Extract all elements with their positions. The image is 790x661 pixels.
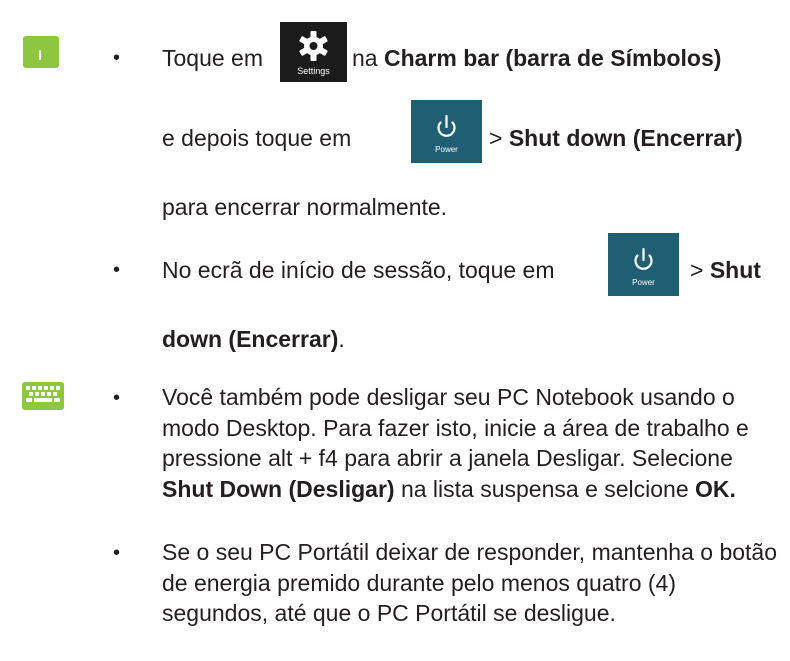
bold-term: Charm bar (barra de Símbolos): [383, 45, 722, 71]
bold-term: Shut Down (Desligar): [162, 475, 395, 502]
power-icon-label: Power: [632, 278, 655, 287]
paragraph-text: Você também pode desligar seu PC Noteboo…: [162, 384, 749, 471]
instruction-text: > Shut: [690, 256, 761, 284]
bold-term: Shut: [709, 257, 761, 283]
paragraph-text: na lista suspensa e selcione: [400, 475, 689, 502]
bullet: •: [113, 47, 121, 69]
touch-gesture-icon: [23, 36, 59, 68]
force-shutdown-paragraph: Se o seu PC Portátil deixar de responder…: [162, 537, 782, 629]
instruction-text: para encerrar normalmente.: [162, 194, 448, 220]
bold-term: Shut down (Encerrar): [508, 125, 743, 151]
bold-term: down (Encerrar): [162, 326, 339, 352]
keyboard-icon: [22, 382, 64, 410]
power-icon: Power: [608, 233, 679, 296]
instruction-text: na: [352, 45, 378, 71]
instruction-text: .: [338, 326, 345, 352]
bullet: •: [113, 542, 121, 564]
bullet: •: [113, 387, 121, 409]
instruction-text: >: [489, 125, 503, 151]
power-icon-label: Power: [435, 145, 458, 154]
settings-icon: Settings: [280, 22, 347, 82]
power-icon: Power: [411, 100, 482, 163]
instruction-text: na Charm bar (barra de Símbolos): [352, 44, 721, 72]
instruction-text: > Shut down (Encerrar): [489, 124, 743, 152]
instruction-text: >: [690, 257, 704, 283]
bullet: •: [113, 259, 121, 281]
instruction-text: e depois toque em: [162, 125, 352, 151]
instruction-text: No ecrã de início de sessão, toque em: [162, 257, 555, 283]
settings-icon-label: Settings: [297, 66, 330, 76]
paragraph-text: Se o seu PC Portátil deixar de responder…: [162, 539, 778, 626]
instruction-text: Toque em: [162, 45, 264, 71]
instruction-text: down (Encerrar).: [162, 325, 345, 353]
desktop-shutdown-paragraph: Você também pode desligar seu PC Noteboo…: [162, 382, 782, 504]
bold-term: OK.: [695, 475, 736, 502]
